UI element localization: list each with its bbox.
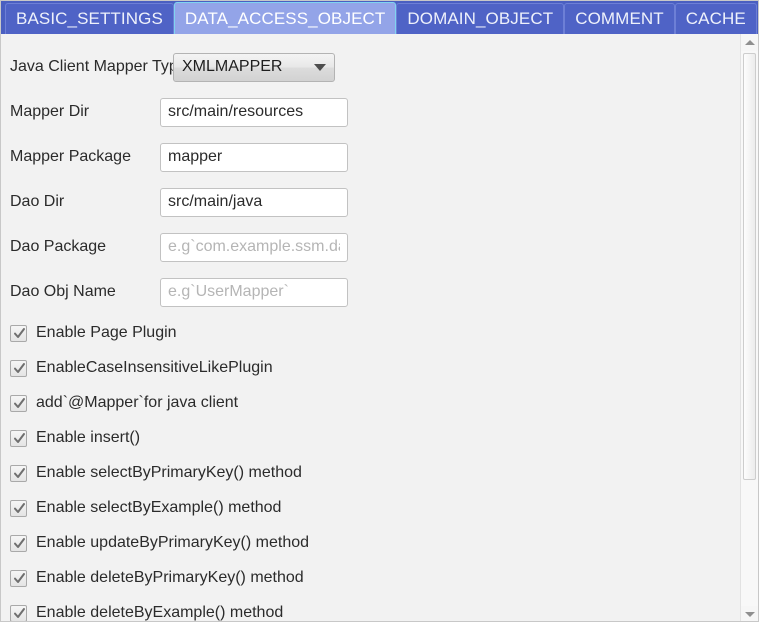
mapper-dir-input[interactable] bbox=[160, 97, 348, 127]
checkbox-checked-icon[interactable] bbox=[10, 534, 27, 552]
checkbox-label: EnableCaseInsensitiveLikePlugin bbox=[36, 359, 273, 376]
checkbox-row-delete-by-example[interactable]: Enable deleteByExample() method bbox=[1, 600, 742, 621]
field-row-mapper-package: Mapper Package bbox=[1, 140, 742, 174]
checkbox-checked-icon[interactable] bbox=[10, 464, 27, 482]
dao-dir-label: Dao Dir bbox=[10, 193, 65, 210]
data-access-object-panel: Java Client Mapper Type XMLMAPPER Mapper… bbox=[1, 34, 742, 621]
settings-window: BASIC_SETTINGS DATA_ACCESS_OBJECT DOMAIN… bbox=[0, 0, 759, 622]
tab-comment[interactable]: COMMENT bbox=[564, 3, 675, 34]
checkbox-checked-icon[interactable] bbox=[10, 569, 27, 587]
checkbox-row-case-insensitive-like-plugin[interactable]: EnableCaseInsensitiveLikePlugin bbox=[1, 355, 742, 381]
dao-package-input[interactable] bbox=[160, 232, 348, 262]
checkbox-label: Enable updateByPrimaryKey() method bbox=[36, 534, 310, 551]
scroll-down-button[interactable] bbox=[741, 606, 758, 621]
checkbox-checked-icon[interactable] bbox=[10, 429, 27, 447]
checkbox-label: Enable selectByExample() method bbox=[36, 499, 282, 516]
mapper-package-input[interactable] bbox=[160, 142, 348, 172]
tab-cache[interactable]: CACHE bbox=[674, 3, 757, 34]
dao-obj-name-label: Dao Obj Name bbox=[10, 283, 116, 300]
field-row-mapper-dir: Mapper Dir bbox=[1, 95, 742, 129]
checkbox-row-add-mapper-annotation[interactable]: add`@Mapper`for java client bbox=[1, 390, 742, 416]
field-row-mapper-type: Java Client Mapper Type XMLMAPPER bbox=[1, 50, 742, 84]
checkbox-checked-icon[interactable] bbox=[10, 359, 27, 377]
field-row-dao-obj-name: Dao Obj Name bbox=[1, 275, 742, 309]
field-row-dao-dir: Dao Dir bbox=[1, 185, 742, 219]
scrollbar-thumb[interactable] bbox=[743, 53, 756, 480]
checkbox-row-select-by-primary-key[interactable]: Enable selectByPrimaryKey() method bbox=[1, 460, 742, 486]
vertical-scrollbar[interactable] bbox=[740, 34, 758, 621]
mapper-dir-label: Mapper Dir bbox=[10, 103, 90, 120]
tab-basic-settings[interactable]: BASIC_SETTINGS bbox=[5, 3, 174, 34]
scrollbar-track[interactable] bbox=[741, 51, 758, 606]
checkbox-checked-icon[interactable] bbox=[10, 324, 27, 342]
chevron-up-icon bbox=[744, 40, 755, 45]
scroll-up-button[interactable] bbox=[741, 34, 758, 51]
checkbox-row-enable-insert[interactable]: Enable insert() bbox=[1, 425, 742, 451]
tab-bar: BASIC_SETTINGS DATA_ACCESS_OBJECT DOMAIN… bbox=[1, 1, 758, 34]
chevron-down-icon bbox=[744, 612, 755, 617]
checkbox-label: Enable deleteByExample() method bbox=[36, 604, 284, 621]
dao-package-label: Dao Package bbox=[10, 238, 107, 255]
mapper-package-label: Mapper Package bbox=[10, 148, 131, 165]
mapper-type-label: Java Client Mapper Type bbox=[10, 58, 187, 75]
checkbox-label: Enable insert() bbox=[36, 429, 141, 446]
chevron-down-icon bbox=[314, 63, 326, 71]
checkbox-checked-icon[interactable] bbox=[10, 499, 27, 517]
tab-label: DATA_ACCESS_OBJECT bbox=[184, 8, 386, 28]
mapper-type-select[interactable]: XMLMAPPER bbox=[173, 52, 335, 82]
checkbox-row-enable-page-plugin[interactable]: Enable Page Plugin bbox=[1, 320, 742, 346]
tab-domain-object[interactable]: DOMAIN_OBJECT bbox=[396, 3, 565, 34]
dao-obj-name-input[interactable] bbox=[160, 277, 348, 307]
field-row-dao-package: Dao Package bbox=[1, 230, 742, 264]
checkbox-label: add`@Mapper`for java client bbox=[36, 394, 239, 411]
checkbox-label: Enable Page Plugin bbox=[36, 324, 177, 341]
checkbox-row-select-by-example[interactable]: Enable selectByExample() method bbox=[1, 495, 742, 521]
tab-data-access-object[interactable]: DATA_ACCESS_OBJECT bbox=[173, 2, 397, 34]
checkbox-checked-icon[interactable] bbox=[10, 394, 27, 412]
tab-label: CACHE bbox=[685, 9, 746, 28]
checkbox-label: Enable selectByPrimaryKey() method bbox=[36, 464, 302, 481]
tab-label: BASIC_SETTINGS bbox=[16, 9, 163, 28]
tab-label: COMMENT bbox=[575, 9, 664, 28]
checkbox-checked-icon[interactable] bbox=[10, 604, 27, 621]
checkbox-row-update-by-primary-key[interactable]: Enable updateByPrimaryKey() method bbox=[1, 530, 742, 556]
mapper-type-value: XMLMAPPER bbox=[182, 58, 283, 75]
dao-dir-input[interactable] bbox=[160, 187, 348, 217]
checkbox-row-delete-by-primary-key[interactable]: Enable deleteByPrimaryKey() method bbox=[1, 565, 742, 591]
tab-label: DOMAIN_OBJECT bbox=[407, 9, 554, 28]
checkbox-label: Enable deleteByPrimaryKey() method bbox=[36, 569, 304, 586]
